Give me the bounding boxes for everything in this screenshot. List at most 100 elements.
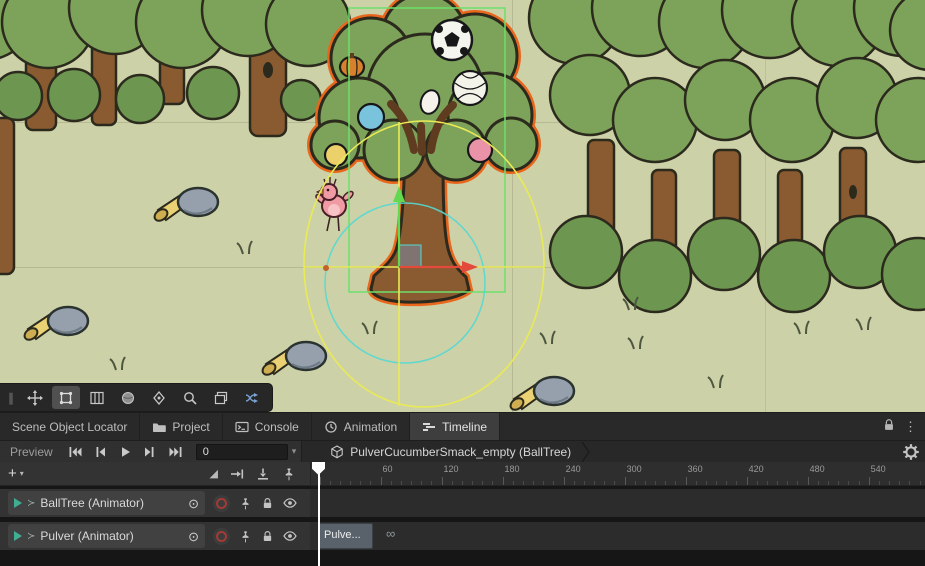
scene-toolbar-overlay: ∥ — [0, 384, 272, 411]
play-button[interactable] — [113, 441, 138, 463]
tab-scene-object-locator[interactable]: Scene Object Locator — [0, 413, 140, 440]
ruler-tick — [462, 481, 463, 485]
rect-transform-tool-button[interactable] — [52, 386, 80, 409]
curves-icon-button[interactable]: ◢ — [210, 467, 218, 480]
track-header-area: ≻ Pulver (Animator) ⊙ ⋮ — [0, 522, 310, 550]
lock-icon[interactable] — [261, 530, 274, 543]
ruler-tick — [635, 481, 636, 485]
scene-view[interactable]: ∥ — [0, 0, 925, 412]
frame-input[interactable]: 0 — [196, 444, 288, 460]
track-subicon: ≻ — [27, 498, 35, 509]
tabbar-menu-button[interactable]: ⋮ — [904, 420, 917, 433]
tab-label: Scene Object Locator — [12, 420, 127, 434]
timeline-transport-bar: Preview 0 ▾ PulverCucumberSmack_empty (B… — [0, 440, 925, 462]
ruler-tick — [828, 481, 829, 485]
ruler-label: 420 — [749, 464, 764, 474]
link-tool-button[interactable] — [238, 386, 266, 409]
lock-icon-button[interactable] — [882, 418, 896, 435]
timeline-ruler[interactable]: 60120180240300360420480540 — [310, 462, 925, 486]
tab-label: Project — [172, 420, 209, 434]
ruler-tick — [645, 481, 646, 485]
ruler-tick — [401, 481, 402, 485]
pin-icon[interactable] — [239, 497, 252, 510]
ruler-tick — [564, 477, 565, 485]
ruler-tick — [584, 481, 585, 485]
add-track-button[interactable]: + ▾ — [8, 465, 24, 482]
ruler-tick — [381, 477, 382, 485]
ruler-tick — [492, 481, 493, 485]
layers-tool-button[interactable] — [207, 386, 235, 409]
grid-tool-button[interactable] — [83, 386, 111, 409]
playhead[interactable] — [318, 462, 320, 566]
next-frame-button[interactable] — [138, 441, 163, 463]
ruler-label: 240 — [566, 464, 581, 474]
tab-project[interactable]: Project — [140, 413, 222, 440]
ruler-tick — [726, 481, 727, 485]
mix-mode-icon-button[interactable] — [230, 467, 244, 481]
track-name: Pulver (Animator) — [40, 529, 133, 543]
tab-console[interactable]: Console — [223, 413, 312, 440]
ruler-label: 120 — [444, 464, 459, 474]
ruler-tick — [706, 481, 707, 485]
ruler-tick — [513, 481, 514, 485]
transform-gizmo-tool-button[interactable] — [145, 386, 173, 409]
record-button[interactable] — [213, 495, 230, 512]
ruler-tick — [553, 481, 554, 485]
breadcrumb-label[interactable]: PulverCucumberSmack_empty (BallTree) — [350, 445, 571, 459]
clock-icon — [324, 420, 338, 434]
ruler-tick — [716, 481, 717, 485]
track-binding-icon[interactable]: ⊙ — [188, 497, 199, 510]
ruler-tick — [523, 481, 524, 485]
go-to-start-button[interactable] — [63, 441, 88, 463]
ruler-tick — [696, 481, 697, 485]
track-content[interactable]: Pulve...∞ — [310, 522, 925, 550]
previous-frame-button[interactable] — [88, 441, 113, 463]
ruler-tick — [350, 481, 351, 485]
pin-icon[interactable] — [239, 530, 252, 543]
ruler-tick — [411, 481, 412, 485]
pin-icon-button[interactable] — [282, 467, 296, 481]
track-binding-icon[interactable]: ⊙ — [188, 530, 199, 543]
ruler-tick — [543, 481, 544, 485]
chevron-down-icon[interactable]: ▾ — [292, 446, 297, 457]
track-content[interactable] — [310, 489, 925, 517]
ruler-tick — [736, 481, 737, 485]
go-to-end-button[interactable] — [163, 441, 188, 463]
zoom-tool-button[interactable] — [176, 386, 204, 409]
ruler-tick — [391, 481, 392, 485]
tab-animation[interactable]: Animation — [312, 413, 410, 440]
ruler-tick — [340, 481, 341, 485]
eye-icon[interactable] — [283, 529, 297, 543]
track-type-icon — [14, 498, 22, 508]
track-subicon: ≻ — [27, 531, 35, 542]
sphere-tool-button[interactable] — [114, 386, 142, 409]
ruler-label: 60 — [383, 464, 393, 474]
tab-timeline[interactable]: Timeline — [410, 413, 500, 440]
drag-handle-icon[interactable]: ∥ — [8, 391, 14, 405]
tab-label: Animation — [344, 420, 397, 434]
track-header-area: ≻ BallTree (Animator) ⊙ ⋮ — [0, 489, 310, 517]
record-button[interactable] — [213, 528, 230, 545]
ruler-tick — [604, 481, 605, 485]
add-track-label: + — [8, 465, 17, 482]
ruler-tick — [747, 477, 748, 485]
eye-icon[interactable] — [283, 496, 297, 510]
timeline-clip[interactable]: Pulve... — [318, 523, 373, 549]
track-row[interactable]: ≻ BallTree (Animator) ⊙ ⋮ — [0, 489, 925, 517]
timeline-lower-panel: + ▾ ◢ 60120180240300360420480540 — [0, 462, 925, 566]
ruler-tick — [848, 481, 849, 485]
preview-toggle-button[interactable]: Preview — [0, 445, 63, 459]
ruler-tick — [686, 477, 687, 485]
lock-icon[interactable] — [261, 497, 274, 510]
ripple-mode-icon-button[interactable] — [256, 467, 270, 481]
unity-editor-window: ∥ — [0, 0, 925, 566]
track-header[interactable]: ≻ BallTree (Animator) ⊙ — [8, 491, 205, 515]
track-header[interactable]: ≻ Pulver (Animator) ⊙ — [8, 524, 205, 548]
ruler-tick — [869, 477, 870, 485]
track-row[interactable]: ≻ Pulver (Animator) ⊙ ⋮ Pulve...∞ — [0, 522, 925, 550]
tab-label: Timeline — [442, 420, 487, 434]
gear-icon-button[interactable] — [903, 444, 919, 463]
move-tool-button[interactable] — [21, 386, 49, 409]
ruler-tick — [818, 481, 819, 485]
ruler-label: 540 — [871, 464, 886, 474]
